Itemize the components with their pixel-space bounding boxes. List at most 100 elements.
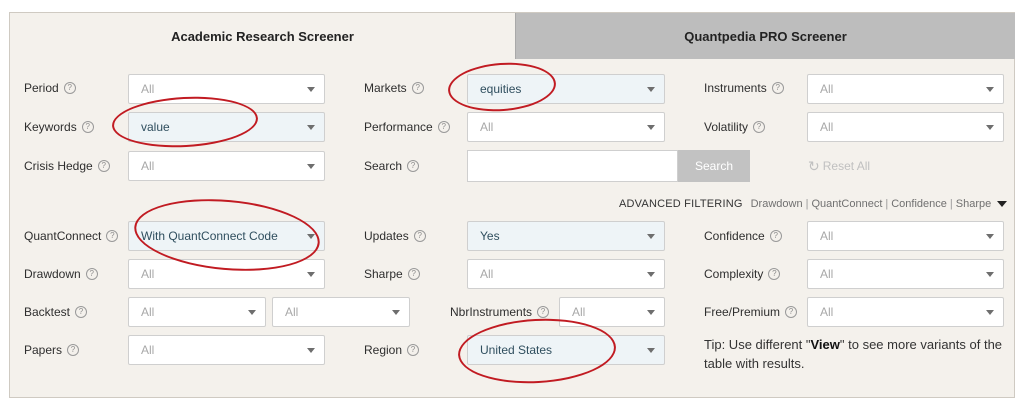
markets-value: equities: [480, 82, 522, 96]
keywords-label: Keywords?: [24, 112, 94, 142]
backtest-from-value: All: [141, 305, 155, 319]
search-label: Search?: [364, 151, 420, 181]
help-icon[interactable]: ?: [537, 306, 550, 318]
crisis-hedge-value: All: [141, 159, 155, 173]
chevron-down-icon: [986, 310, 994, 315]
sharpe-value: All: [480, 267, 494, 281]
instruments-label: Instruments?: [704, 73, 784, 103]
papers-value: All: [141, 343, 155, 357]
help-icon[interactable]: ?: [407, 268, 420, 280]
tip-text: Tip: Use different "View" to see more va…: [704, 337, 1003, 371]
performance-select[interactable]: All: [467, 112, 665, 142]
help-icon[interactable]: ?: [771, 82, 784, 94]
advanced-link-confidence[interactable]: Confidence: [891, 198, 947, 210]
complexity-select[interactable]: All: [807, 259, 1004, 289]
advanced-filtering-bar[interactable]: ADVANCED FILTERING Drawdown | QuantConne…: [619, 194, 1008, 214]
help-icon[interactable]: ?: [63, 82, 76, 94]
tab-academic-research-screener[interactable]: Academic Research Screener: [10, 13, 515, 59]
separator: |: [805, 198, 809, 210]
help-icon[interactable]: ?: [769, 230, 782, 242]
crisis-hedge-select[interactable]: All: [128, 151, 325, 181]
chevron-down-icon: [248, 310, 256, 315]
performance-label: Performance?: [364, 112, 450, 142]
help-icon[interactable]: ?: [106, 230, 119, 242]
backtest-label: Backtest?: [24, 297, 88, 327]
chevron-down-icon: [986, 272, 994, 277]
papers-label: Papers?: [24, 335, 80, 365]
help-icon[interactable]: ?: [85, 268, 98, 280]
region-value: United States: [480, 343, 553, 357]
nbr-instruments-value: All: [572, 305, 586, 319]
confidence-value: All: [820, 229, 834, 243]
screener-panel: Academic Research Screener Quantpedia PR…: [9, 12, 1015, 398]
volatility-label: Volatility?: [704, 112, 766, 142]
reset-all-label: Reset All: [822, 159, 871, 173]
chevron-down-icon: [307, 234, 315, 239]
confidence-label: Confidence?: [704, 221, 782, 251]
help-icon[interactable]: ?: [407, 160, 420, 172]
markets-label: Markets?: [364, 73, 424, 103]
instruments-select[interactable]: All: [807, 74, 1004, 104]
help-icon[interactable]: ?: [411, 82, 424, 94]
sharpe-select[interactable]: All: [467, 259, 665, 289]
advanced-filtering-title: ADVANCED FILTERING: [619, 198, 743, 210]
help-icon[interactable]: ?: [81, 121, 94, 133]
advanced-link-drawdown[interactable]: Drawdown: [751, 198, 803, 210]
help-icon[interactable]: ?: [413, 230, 426, 242]
help-icon[interactable]: ?: [67, 344, 80, 356]
quantconnect-value: With QuantConnect Code: [141, 229, 278, 243]
caret-down-icon[interactable]: [997, 201, 1008, 207]
confidence-select[interactable]: All: [807, 221, 1004, 251]
help-icon[interactable]: ?: [785, 306, 798, 318]
help-icon[interactable]: ?: [407, 344, 420, 356]
chevron-down-icon: [307, 87, 315, 92]
advanced-link-sharpe[interactable]: Sharpe: [956, 198, 991, 210]
quantconnect-select[interactable]: With QuantConnect Code: [128, 221, 325, 251]
search-input[interactable]: [467, 150, 678, 182]
backtest-select-from[interactable]: All: [128, 297, 266, 327]
chevron-down-icon: [647, 87, 655, 92]
volatility-value: All: [820, 120, 834, 134]
help-icon[interactable]: ?: [768, 268, 781, 280]
markets-select[interactable]: equities: [467, 74, 665, 104]
free-premium-value: All: [820, 305, 834, 319]
free-premium-select[interactable]: All: [807, 297, 1004, 327]
region-select[interactable]: United States: [467, 335, 665, 365]
chevron-down-icon: [307, 125, 315, 130]
help-icon[interactable]: ?: [97, 160, 110, 172]
drawdown-select[interactable]: All: [128, 259, 325, 289]
refresh-icon: ↻: [808, 157, 820, 174]
backtest-select-to[interactable]: All: [272, 297, 410, 327]
updates-label: Updates?: [364, 221, 426, 251]
period-label: Period?: [24, 73, 76, 103]
help-icon[interactable]: ?: [753, 121, 766, 133]
chevron-down-icon: [647, 125, 655, 130]
chevron-down-icon: [307, 164, 315, 169]
updates-value: Yes: [480, 229, 500, 243]
help-icon[interactable]: ?: [437, 121, 450, 133]
keywords-select[interactable]: value: [128, 112, 325, 142]
period-select[interactable]: All: [128, 74, 325, 104]
advanced-link-quantconnect[interactable]: QuantConnect: [811, 198, 882, 210]
tip-view-keyword: View: [810, 337, 840, 352]
tab-quantpedia-pro-screener[interactable]: Quantpedia PRO Screener: [515, 13, 1015, 59]
papers-select[interactable]: All: [128, 335, 325, 365]
chevron-down-icon: [647, 310, 655, 315]
chevron-down-icon: [647, 234, 655, 239]
keywords-value: value: [141, 120, 170, 134]
region-label: Region?: [364, 335, 420, 365]
complexity-value: All: [820, 267, 834, 281]
reset-all-button[interactable]: ↻ Reset All: [808, 150, 870, 182]
search-button[interactable]: Search: [678, 150, 750, 182]
chevron-down-icon: [307, 348, 315, 353]
chevron-down-icon: [986, 87, 994, 92]
nbr-instruments-select[interactable]: All: [559, 297, 665, 327]
help-icon[interactable]: ?: [75, 306, 88, 318]
drawdown-value: All: [141, 267, 155, 281]
separator: |: [885, 198, 889, 210]
chevron-down-icon: [647, 272, 655, 277]
volatility-select[interactable]: All: [807, 112, 1004, 142]
nbr-instruments-label: NbrInstruments?: [450, 297, 550, 327]
updates-select[interactable]: Yes: [467, 221, 665, 251]
chevron-down-icon: [647, 348, 655, 353]
